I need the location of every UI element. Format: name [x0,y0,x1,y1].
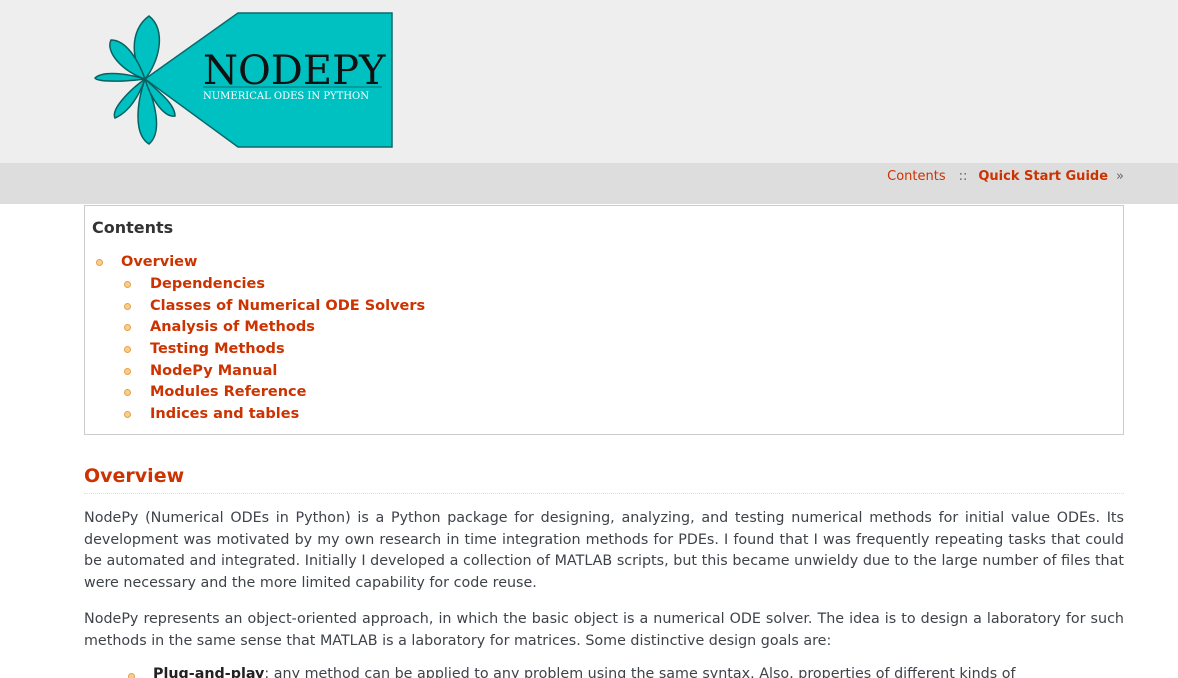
toc-link[interactable]: Testing Methods [150,341,285,357]
flower-logo-icon: NODEPY NUMERICAL ODES IN PYTHON [94,12,393,148]
nodepy-logo[interactable]: NODEPY NUMERICAL ODES IN PYTHON [93,12,393,149]
toc-link[interactable]: Dependencies [150,276,265,292]
overview-paragraph-2: NodePy represents an object-oriented app… [84,611,1124,649]
bullet-icon [124,281,131,288]
goal-text: : any method can be applied to any probl… [264,666,1016,678]
toc-item[interactable]: Testing Methods [150,339,285,359]
goal-title: Plug-and-play [153,666,265,678]
quick-start-guide-link[interactable]: Quick Start Guide [978,169,1108,184]
nav-separator: :: [958,168,968,184]
toc-item[interactable]: Modules Reference [150,382,306,402]
bullet-icon [128,673,135,678]
toc-title: Contents [92,218,174,237]
contents-link[interactable]: Contents [887,169,945,184]
toc-item[interactable]: Analysis of Methods [150,317,315,337]
bullet-icon [96,259,103,266]
toc-item[interactable]: Dependencies [150,274,265,294]
toc-link[interactable]: Indices and tables [150,406,299,422]
bullet-icon [124,324,131,331]
bullet-icon [124,346,131,353]
section-heading-overview: Overview [84,465,1124,494]
navigation-bar: Contents :: Quick Start Guide » [0,163,1178,204]
bullet-icon [124,411,131,418]
toc-link[interactable]: Modules Reference [150,384,306,400]
toc-link[interactable]: Overview [121,254,197,270]
bullet-icon [124,303,131,310]
overview-paragraph-1: NodePy (Numerical ODEs in Python) is a P… [84,510,1124,591]
table-of-contents: Contents Overview Dependencies Classes o… [84,205,1124,435]
logo-subtitle: NUMERICAL ODES IN PYTHON [203,91,369,102]
bullet-icon [124,389,131,396]
toc-item[interactable]: Classes of Numerical ODE Solvers [150,296,425,316]
toc-link[interactable]: Analysis of Methods [150,319,315,335]
bullet-icon [124,368,131,375]
design-goal-item: Plug-and-play: any method can be applied… [153,664,1087,678]
toc-item-overview[interactable]: Overview [121,252,197,272]
toc-item[interactable]: NodePy Manual [150,361,277,381]
toc-link[interactable]: NodePy Manual [150,363,277,379]
toc-item[interactable]: Indices and tables [150,404,299,424]
page-header: NODEPY NUMERICAL ODES IN PYTHON [0,0,1178,163]
next-arrow-icon: » [1116,168,1124,184]
toc-link[interactable]: Classes of Numerical ODE Solvers [150,298,425,314]
